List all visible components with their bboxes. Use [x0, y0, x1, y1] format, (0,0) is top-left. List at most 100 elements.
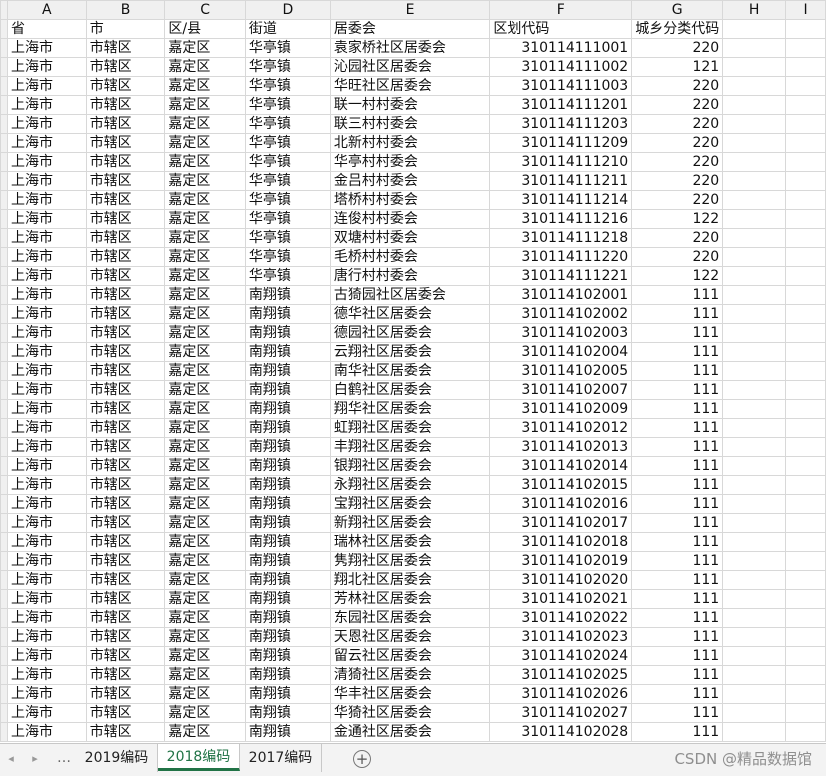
cell-g[interactable]: 220	[631, 152, 724, 172]
cell-table[interactable]: ABCDEFGHI 省市区/县 街道 居委会 区划代码 城乡分类代码 上海市 市辖区 嘉定区华…	[0, 0, 826, 742]
cell-f[interactable]: 310114111002	[489, 57, 633, 77]
cell-d[interactable]: 华亭镇	[244, 266, 331, 286]
column-header-c[interactable]: C	[164, 0, 246, 20]
cell-h[interactable]	[722, 646, 787, 666]
cell-h[interactable]	[722, 342, 787, 362]
row-header[interactable]	[0, 665, 8, 685]
cell-c[interactable]: 嘉定区	[164, 152, 246, 172]
cell-a[interactable]: 上海市	[7, 456, 87, 476]
cell-d[interactable]: 南翔镇	[244, 589, 331, 609]
cell-f[interactable]: 310114102027	[489, 703, 633, 723]
cell-d[interactable]: 华亭镇	[244, 133, 331, 153]
cell-i[interactable]	[785, 570, 826, 590]
cell-c[interactable]: 嘉定区	[164, 437, 246, 457]
cell-g[interactable]: 220	[631, 190, 724, 210]
cell-c[interactable]: 嘉定区	[164, 133, 246, 153]
cell-g[interactable]: 111	[631, 513, 724, 533]
cell-f[interactable]: 310114102002	[489, 304, 633, 324]
cell-c[interactable]: 嘉定区	[164, 551, 246, 571]
cell-d[interactable]: 华亭镇	[244, 228, 331, 248]
cell-c[interactable]: 嘉定区	[164, 342, 246, 362]
cell-h[interactable]	[722, 494, 787, 514]
cell-a[interactable]: 上海市	[7, 209, 87, 229]
cell-a[interactable]: 上海市	[7, 57, 87, 77]
cell-d[interactable]: 南翔镇	[244, 646, 331, 666]
cell-d[interactable]: 华亭镇	[244, 114, 331, 134]
row-header[interactable]	[0, 475, 8, 495]
row-header[interactable]	[0, 646, 8, 666]
cell-e[interactable]: 清猗社区居委会	[329, 665, 491, 685]
cell-i[interactable]	[785, 380, 826, 400]
cell-h[interactable]	[722, 133, 787, 153]
column-header-f[interactable]: F	[489, 0, 633, 20]
cell-f[interactable]: 310114102004	[489, 342, 633, 362]
cell-g[interactable]: 111	[631, 323, 724, 343]
cell-d[interactable]: 南翔镇	[244, 513, 331, 533]
cell-i[interactable]	[785, 494, 826, 514]
cell-a[interactable]: 上海市	[7, 608, 87, 628]
cell-e[interactable]: 沁园社区居委会	[329, 57, 491, 77]
cell-h[interactable]	[722, 38, 787, 58]
column-header-i[interactable]: I	[785, 0, 826, 20]
cell-i[interactable]	[785, 19, 826, 39]
cell-h[interactable]	[722, 209, 787, 229]
cell-b[interactable]: 市辖区	[85, 684, 166, 704]
cell-e[interactable]: 华亭村村委会	[329, 152, 491, 172]
cell-i[interactable]	[785, 323, 826, 343]
cell-f[interactable]: 310114102013	[489, 437, 633, 457]
cell-f[interactable]: 310114102012	[489, 418, 633, 438]
cell-b[interactable]: 市辖区	[85, 228, 166, 248]
cell-c[interactable]: 嘉定区	[164, 570, 246, 590]
cell-e[interactable]: 唐行村村委会	[329, 266, 491, 286]
cell-b[interactable]: 市辖区	[85, 646, 166, 666]
cell-a[interactable]: 上海市	[7, 532, 87, 552]
row-header[interactable]	[0, 608, 8, 628]
cell-h[interactable]	[722, 703, 787, 723]
cell-h[interactable]	[722, 589, 787, 609]
row-header[interactable]	[0, 209, 8, 229]
cell-h[interactable]	[722, 323, 787, 343]
cell-a[interactable]: 上海市	[7, 380, 87, 400]
row-header[interactable]	[0, 722, 8, 742]
cell-f[interactable]: 310114102023	[489, 627, 633, 647]
cell-c[interactable]: 嘉定区	[164, 114, 246, 134]
cell-d[interactable]: 南翔镇	[244, 475, 331, 495]
sheet-tab-2[interactable]: 2018编码	[158, 744, 240, 771]
cell-a[interactable]: 上海市	[7, 38, 87, 58]
row-header[interactable]	[0, 152, 8, 172]
cell-i[interactable]	[785, 361, 826, 381]
cell-f[interactable]: 310114102009	[489, 399, 633, 419]
cell-b[interactable]: 市辖区	[85, 38, 166, 58]
cell-a[interactable]: 上海市	[7, 133, 87, 153]
cell-e[interactable]: 永翔社区居委会	[329, 475, 491, 495]
cell-f[interactable]: 310114102024	[489, 646, 633, 666]
row-header[interactable]	[0, 228, 8, 248]
cell-e[interactable]: 古猗园社区居委会	[329, 285, 491, 305]
row-header[interactable]	[0, 38, 8, 58]
cell-e[interactable]: 丰翔社区居委会	[329, 437, 491, 457]
cell-b[interactable]: 市辖区	[85, 323, 166, 343]
cell-c[interactable]: 嘉定区	[164, 608, 246, 628]
cell-i[interactable]	[785, 190, 826, 210]
row-header[interactable]	[0, 399, 8, 419]
row-header[interactable]	[0, 95, 8, 115]
cell-b[interactable]: 市辖区	[85, 665, 166, 685]
cell-d[interactable]: 南翔镇	[244, 437, 331, 457]
cell-a[interactable]: 上海市	[7, 190, 87, 210]
cell-c[interactable]: 嘉定区	[164, 247, 246, 267]
cell-e[interactable]: 宝翔社区居委会	[329, 494, 491, 514]
cell-i[interactable]	[785, 551, 826, 571]
cell-c[interactable]: 嘉定区	[164, 399, 246, 419]
cell-a[interactable]: 上海市	[7, 684, 87, 704]
cell-e[interactable]: 联三村村委会	[329, 114, 491, 134]
cell-h[interactable]	[722, 171, 787, 191]
cell-d[interactable]: 南翔镇	[244, 570, 331, 590]
cell-g[interactable]: 111	[631, 532, 724, 552]
cell-i[interactable]	[785, 247, 826, 267]
cell-b[interactable]: 市辖区	[85, 627, 166, 647]
cell-a[interactable]: 上海市	[7, 665, 87, 685]
cell-d[interactable]: 南翔镇	[244, 627, 331, 647]
cell-a[interactable]: 上海市	[7, 114, 87, 134]
cell-g[interactable]: 220	[631, 228, 724, 248]
column-header-d[interactable]: D	[244, 0, 331, 20]
